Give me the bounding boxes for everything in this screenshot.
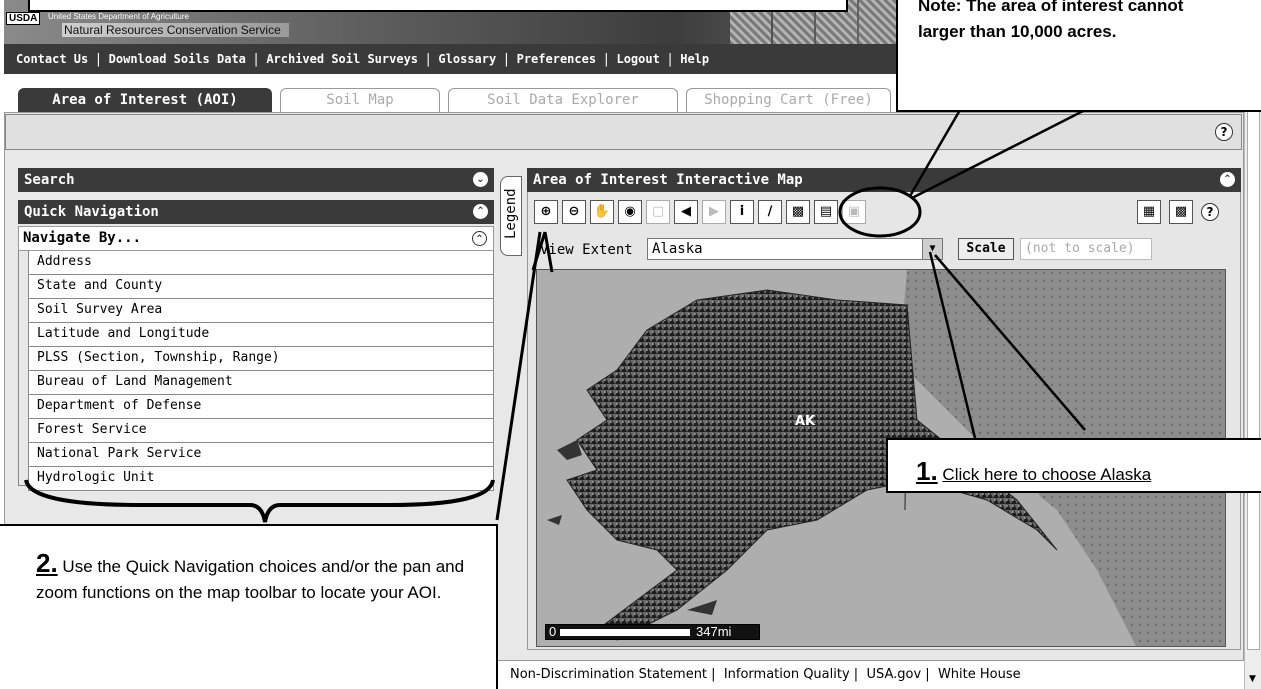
callout-circle [838, 186, 922, 238]
callout-1-number: 1. [916, 456, 938, 486]
callout-step-1: 1. Click here to choose Alaska [886, 438, 1261, 493]
top-callout-box [28, 0, 848, 12]
callout-1-text: Click here to choose Alaska [942, 465, 1152, 484]
note-callout: Note: The area of interest cannot larger… [896, 0, 1261, 112]
note-line-1: Note: The area of interest cannot [918, 0, 1184, 15]
callout-2-text: Use the Quick Navigation choices and/or … [36, 557, 465, 602]
callout-step-2: 2. Use the Quick Navigation choices and/… [0, 524, 498, 689]
brace-icon [24, 479, 495, 523]
note-line-2: larger than 10,000 acres. [918, 22, 1117, 41]
callout-2-number: 2. [36, 548, 58, 578]
